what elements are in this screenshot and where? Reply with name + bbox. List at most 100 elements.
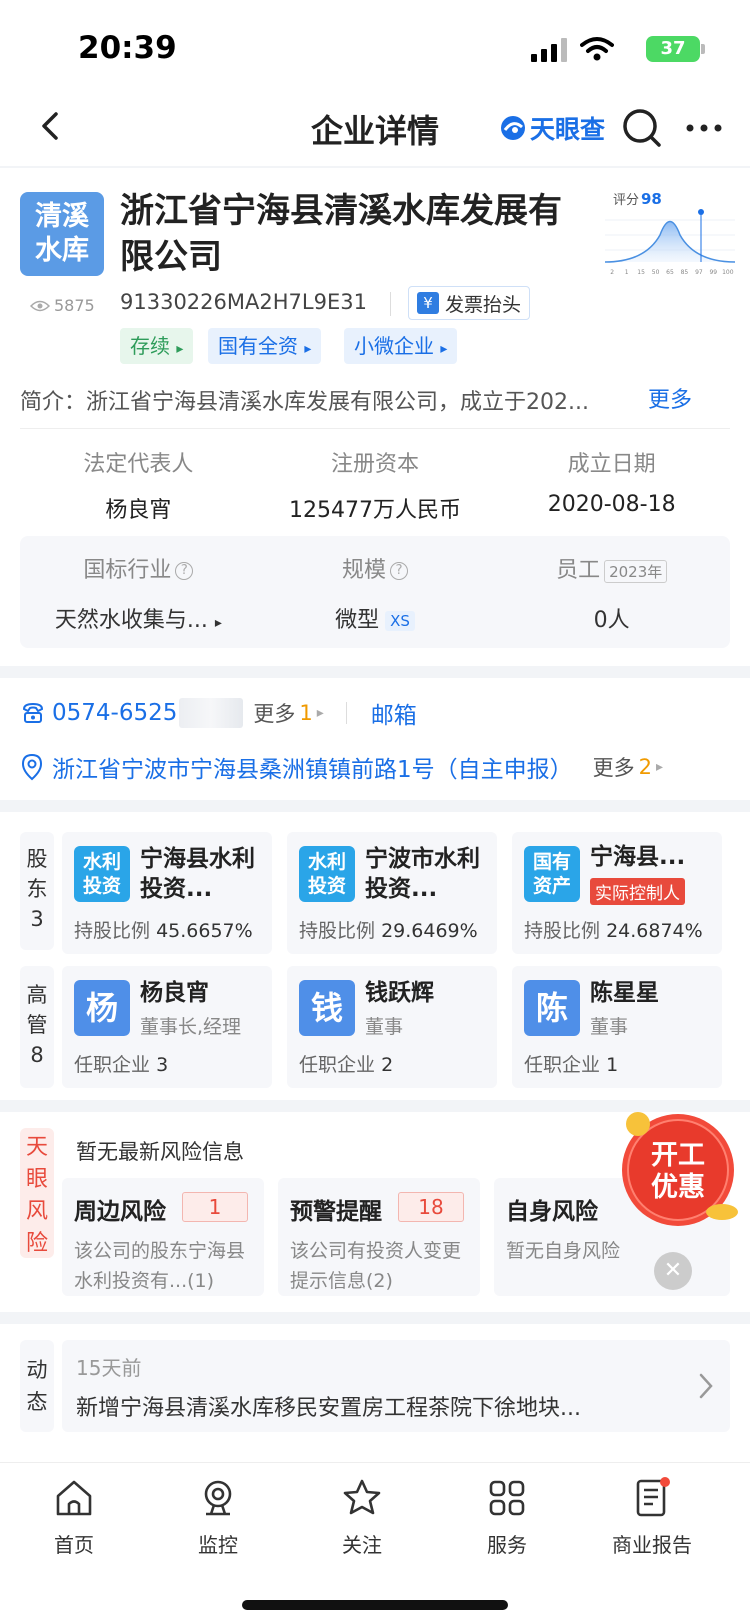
status-tag[interactable]: 存续 ▸ bbox=[120, 328, 194, 364]
executives-label[interactable]: 高 管 8 bbox=[20, 966, 54, 1088]
shareholders-label[interactable]: 股 东 3 bbox=[20, 832, 54, 950]
view-count: 5875 bbox=[30, 296, 95, 315]
tag-label: 小微企业 bbox=[354, 334, 434, 358]
legal-rep[interactable]: 法定代表人 杨良宵 bbox=[20, 446, 257, 523]
help-icon[interactable]: ? bbox=[175, 562, 194, 580]
phone-more-count: 1 bbox=[299, 701, 313, 725]
scale-cell: 规模? 微型 XS bbox=[257, 536, 494, 648]
shareholder-logo: 水利投资 bbox=[299, 846, 355, 902]
score-chart[interactable]: 评分 98 2 1 15 50 65 85 97 99 100 bbox=[605, 190, 735, 280]
risk-card-surrounding[interactable]: 周边风险 1 该公司的股东宁海县水利投资有...(1) bbox=[62, 1178, 264, 1296]
founded-date: 成立日期 2020-08-18 bbox=[493, 446, 730, 517]
side-char: 高 bbox=[26, 983, 48, 1007]
tab-home[interactable]: 首页 bbox=[24, 1477, 124, 1558]
view-count-value: 5875 bbox=[54, 296, 95, 315]
risk-card-title: 周边风险 bbox=[74, 1199, 166, 1225]
search-icon[interactable] bbox=[620, 106, 664, 150]
more-icon[interactable] bbox=[680, 106, 728, 150]
count-value: 3 bbox=[156, 1054, 169, 1076]
legal-rep-value[interactable]: 杨良宵 bbox=[20, 492, 257, 524]
dynamic-card[interactable]: 15天前 新增宁海县清溪水库移民安置房工程茶院下徐地块... bbox=[62, 1340, 730, 1432]
capital-label: 注册资本 bbox=[331, 452, 420, 477]
invoice-button[interactable]: ¥ 发票抬头 bbox=[408, 286, 531, 320]
tab-label: 首页 bbox=[54, 1533, 94, 1557]
email-link[interactable]: 邮箱 bbox=[371, 696, 417, 730]
scale-badge: XS bbox=[385, 611, 415, 631]
wifi-icon bbox=[580, 37, 614, 61]
side-char: 股 bbox=[26, 847, 48, 871]
side-char: 态 bbox=[26, 1390, 48, 1414]
risk-card-warning[interactable]: 预警提醒 18 该公司有投资人变更提示信息(2) bbox=[278, 1178, 480, 1296]
tab-monitor[interactable]: 监控 bbox=[168, 1477, 268, 1558]
yen-icon: ¥ bbox=[417, 292, 439, 314]
home-indicator bbox=[242, 1600, 508, 1610]
executive-card[interactable]: 陈 陈星星 董事 任职企业 1 bbox=[512, 966, 722, 1088]
registered-capital: 注册资本 125477万人民币 bbox=[257, 446, 494, 523]
count-value: 1 bbox=[606, 1054, 619, 1076]
promo-badge[interactable]: 开工 优惠 bbox=[614, 1108, 742, 1232]
intro-more-link[interactable]: 更多 bbox=[644, 382, 693, 414]
masked-digits bbox=[179, 698, 244, 728]
score-tick-label: 65 bbox=[666, 269, 674, 276]
avatar: 陈 bbox=[524, 980, 580, 1036]
executive-role: 董事 bbox=[590, 1016, 629, 1038]
executive-card[interactable]: 钱 钱跃辉 董事 任职企业 2 bbox=[287, 966, 497, 1088]
executive-name: 陈星星 bbox=[590, 980, 659, 1006]
phone-row: 0574-6525 更多 1 ▸ 邮箱 bbox=[20, 696, 417, 730]
capital-value: 125477万人民币 bbox=[289, 498, 461, 523]
company-logo-line1: 清溪 bbox=[35, 201, 89, 232]
founded-value: 2020-08-18 bbox=[547, 492, 676, 517]
company-name: 浙江省宁海县清溪水库发展有限公司 bbox=[120, 191, 562, 277]
size-tag[interactable]: 小微企业 ▸ bbox=[344, 328, 458, 364]
shareholder-name: 宁海县... bbox=[590, 844, 686, 870]
risk-count-badge: 1 bbox=[182, 1192, 248, 1222]
tab-services[interactable]: 服务 bbox=[457, 1477, 557, 1558]
tab-report[interactable]: 商业报告 bbox=[602, 1477, 702, 1558]
shareholder-card[interactable]: 水利投资 宁波市水利投资... 持股比例 29.6469% bbox=[287, 832, 497, 954]
score-tick-label: 15 bbox=[637, 269, 645, 276]
key-info-row: 法定代表人 杨良宵 注册资本 125477万人民币 成立日期 2020-08-1… bbox=[20, 446, 730, 523]
phone-more-link[interactable]: 更多 bbox=[253, 698, 295, 728]
risk-title: 暂无最新风险信息 bbox=[76, 1140, 244, 1164]
company-logo: 清溪 水库 bbox=[20, 192, 104, 276]
tab-follow[interactable]: 关注 bbox=[312, 1477, 412, 1558]
shareholder-name: 宁波市水利投资... bbox=[365, 846, 480, 902]
brand-name: 天眼查 bbox=[530, 115, 606, 144]
address-text[interactable]: 浙江省宁波市宁海县桑洲镇镇前路1号（自主申报） bbox=[52, 750, 573, 784]
info-card: 国标行业? 天然水收集与... ▸ 规模? 微型 XS 员工 2023年 0人 bbox=[20, 536, 730, 648]
staff-year-badge: 2023年 bbox=[604, 559, 668, 583]
executive-name: 钱跃辉 bbox=[365, 980, 434, 1006]
invoice-label: 发票抬头 bbox=[445, 293, 522, 316]
company-intro[interactable]: 简介：浙江省宁海县清溪水库发展有限公司，成立于202... bbox=[20, 384, 720, 416]
avatar: 杨 bbox=[74, 980, 130, 1036]
report-icon bbox=[636, 1477, 670, 1517]
address-more-link[interactable]: 更多 bbox=[593, 752, 635, 782]
monitor-icon bbox=[204, 1480, 232, 1516]
help-icon[interactable]: ? bbox=[390, 562, 409, 580]
close-promo-button[interactable]: ✕ bbox=[654, 1252, 692, 1290]
promo-line1: 开工 bbox=[651, 1140, 705, 1171]
score-label: 评分 bbox=[613, 193, 639, 208]
section-gap bbox=[0, 1312, 750, 1324]
back-icon[interactable] bbox=[30, 104, 74, 148]
shareholder-name: 宁海县水利投资... bbox=[140, 846, 255, 902]
shareholder-card[interactable]: 国有资产 宁海县... 实际控制人 持股比例 24.6874% bbox=[512, 832, 722, 954]
avatar: 钱 bbox=[299, 980, 355, 1036]
side-char: 眼 bbox=[25, 1167, 48, 1192]
score-tick-label: 1 bbox=[625, 269, 629, 276]
industry-cell[interactable]: 国标行业? 天然水收集与... ▸ bbox=[20, 536, 257, 648]
dynamic-label: 动 态 bbox=[20, 1340, 54, 1432]
divider bbox=[20, 428, 730, 429]
shareholder-card[interactable]: 水利投资 宁海县水利投资... 持股比例 45.6657% bbox=[62, 832, 272, 954]
score-tick-label: 100 bbox=[722, 269, 734, 276]
executive-card[interactable]: 杨 杨良宵 董事长,经理 任职企业 3 bbox=[62, 966, 272, 1088]
tab-label: 服务 bbox=[487, 1533, 527, 1557]
ownership-tag[interactable]: 国有全资 ▸ bbox=[208, 328, 322, 364]
score-tick-label: 85 bbox=[681, 269, 689, 276]
credit-code[interactable]: 91330226MA2H7L9E31 bbox=[120, 290, 367, 314]
risk-card-desc: 该公司的股东宁海县水利投资有...(1) bbox=[74, 1240, 246, 1292]
signal-icon bbox=[531, 38, 567, 62]
risk-label[interactable]: 天 眼 风 险 bbox=[20, 1128, 54, 1258]
phone-number[interactable]: 0574-6525 bbox=[52, 700, 177, 726]
phone-icon bbox=[22, 702, 44, 723]
